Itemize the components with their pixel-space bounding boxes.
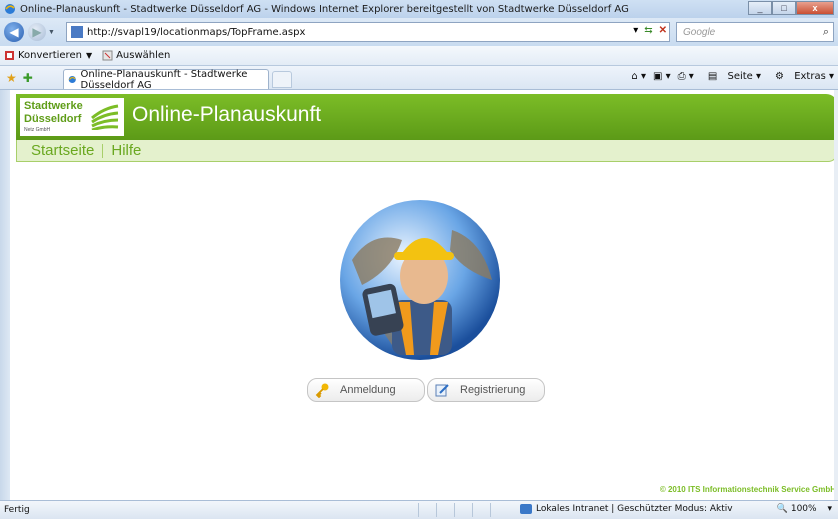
- print-icon[interactable]: ⎙ ▾: [678, 71, 694, 82]
- status-pane: [472, 503, 490, 517]
- search-icon[interactable]: ⌕: [823, 26, 829, 39]
- nav-hilfe[interactable]: Hilfe: [111, 142, 141, 159]
- convert-icon: [5, 51, 14, 60]
- key-icon: [315, 383, 329, 398]
- nav-startseite[interactable]: Startseite: [31, 142, 94, 159]
- zoom-icon: 🔍: [776, 504, 788, 514]
- command-toolbar: ⌂ ▾ ▣ ▾ ⎙ ▾ ▤ Seite ▾ ⚙ Extras ▾: [624, 71, 834, 82]
- refresh-icon[interactable]: ⇆: [644, 25, 652, 36]
- add-favorite-icon[interactable]: ✚: [23, 71, 33, 85]
- worker-globe-illustration: [340, 200, 500, 360]
- security-zone-label: Lokales Intranet | Geschützter Modus: Ak…: [536, 504, 733, 514]
- logo-line1: Stadtwerke: [24, 100, 83, 112]
- status-pane: [436, 503, 454, 517]
- search-field[interactable]: Google ⌕: [676, 22, 834, 42]
- company-logo[interactable]: Stadtwerke Düsseldorf Netz GmbH: [20, 98, 124, 136]
- select-menu[interactable]: Auswählen: [102, 50, 170, 61]
- ie-logo-icon: [5, 4, 15, 14]
- login-label: Anmeldung: [340, 384, 396, 396]
- page-icon: ▤: [707, 71, 721, 82]
- login-button[interactable]: Anmeldung: [307, 378, 425, 402]
- maximize-button[interactable]: □: [772, 1, 796, 15]
- page-menu-label: Seite: [727, 71, 753, 82]
- ie-logo-icon: [68, 75, 76, 84]
- page-content: Stadtwerke Düsseldorf Netz GmbH Online-P…: [10, 90, 838, 500]
- logo-line2: Düsseldorf: [24, 113, 82, 125]
- address-url[interactable]: http://svapl19/locationmaps/TopFrame.asp…: [87, 27, 305, 38]
- command-bar: Konvertieren ▼ Auswählen: [0, 46, 838, 66]
- window-title: Online-Planauskunft - Stadtwerke Düsseld…: [20, 3, 629, 15]
- browser-window: Online-Planauskunft - Stadtwerke Düsseld…: [0, 0, 838, 519]
- close-button[interactable]: x: [796, 1, 834, 15]
- feeds-icon[interactable]: ▣ ▾: [653, 71, 671, 82]
- forward-button[interactable]: ▶: [28, 23, 46, 41]
- page-icon: [71, 26, 83, 38]
- minimize-button[interactable]: _: [748, 1, 772, 15]
- intranet-zone-icon: [520, 504, 532, 514]
- home-icon[interactable]: ⌂ ▾: [631, 71, 646, 82]
- register-label: Registrierung: [460, 384, 526, 396]
- window-controls: _ □ x: [748, 1, 834, 15]
- address-field[interactable]: http://svapl19/locationmaps/TopFrame.asp…: [66, 22, 670, 42]
- chevron-down-icon: ▼: [85, 51, 93, 60]
- status-pane: [490, 503, 508, 517]
- register-icon: [435, 384, 449, 397]
- new-tab-button[interactable]: [272, 71, 292, 88]
- chevron-down-icon: ▾: [827, 504, 832, 514]
- status-bar: Fertig Lokales Intranet | Geschützter Mo…: [0, 500, 838, 519]
- extras-menu[interactable]: ⚙ Extras ▾: [768, 71, 834, 82]
- address-row: ◀ ▶ ▼ http://svapl19/locationmaps/TopFra…: [0, 18, 838, 46]
- zoom-control[interactable]: 🔍 100% ▾: [777, 504, 832, 514]
- favorites-star-icon[interactable]: ★: [6, 71, 17, 85]
- status-panes: [418, 503, 508, 517]
- nav-separator: [102, 143, 104, 158]
- address-buttons: ▾ ⇆ ✕: [627, 25, 667, 36]
- page-menu[interactable]: ▤ Seite ▾: [701, 71, 761, 82]
- tab-row: ★ ✚ Online-Planauskunft - Stadtwerke Düs…: [0, 66, 838, 91]
- status-text: Fertig: [4, 505, 30, 515]
- stop-icon[interactable]: ✕: [659, 25, 667, 36]
- select-icon: [102, 50, 113, 61]
- favorites-icons: ★ ✚: [6, 71, 39, 85]
- history-dropdown-icon[interactable]: ▼: [48, 29, 55, 36]
- extras-menu-label: Extras: [794, 71, 826, 82]
- window-left-edge: [0, 90, 10, 500]
- security-zone[interactable]: Lokales Intranet | Geschützter Modus: Ak…: [520, 504, 733, 514]
- site-nav: Startseite Hilfe: [16, 140, 838, 162]
- search-placeholder[interactable]: Google: [683, 27, 715, 38]
- register-button[interactable]: Registrierung: [427, 378, 545, 402]
- status-pane: [454, 503, 472, 517]
- site-title: Online-Planauskunft: [132, 103, 322, 126]
- back-button[interactable]: ◀: [4, 22, 24, 42]
- gear-icon: ⚙: [775, 71, 788, 82]
- site-header: Stadtwerke Düsseldorf Netz GmbH Online-P…: [16, 94, 838, 140]
- zoom-level: 100%: [790, 504, 817, 514]
- status-pane: [418, 503, 436, 517]
- right-edge: [834, 90, 838, 500]
- tab-online-planauskunft[interactable]: Online-Planauskunft - Stadtwerke Düsseld…: [63, 68, 269, 91]
- forward-arrow-icon: ▶: [32, 25, 42, 39]
- title-bar: Online-Planauskunft - Stadtwerke Düsseld…: [0, 0, 838, 18]
- convert-menu[interactable]: Konvertieren ▼: [4, 50, 92, 61]
- address-dropdown-icon[interactable]: ▾: [633, 25, 638, 36]
- convert-label: Konvertieren: [18, 50, 82, 61]
- back-arrow-icon: ◀: [9, 25, 19, 39]
- select-label: Auswählen: [116, 50, 171, 61]
- copyright-text: © 2010 ITS Informationstechnik Service G…: [659, 485, 836, 494]
- logo-line3: Netz GmbH: [24, 127, 51, 133]
- logo-waves-icon: [91, 104, 119, 130]
- tab-label: Online-Planauskunft - Stadtwerke Düsseld…: [80, 68, 248, 91]
